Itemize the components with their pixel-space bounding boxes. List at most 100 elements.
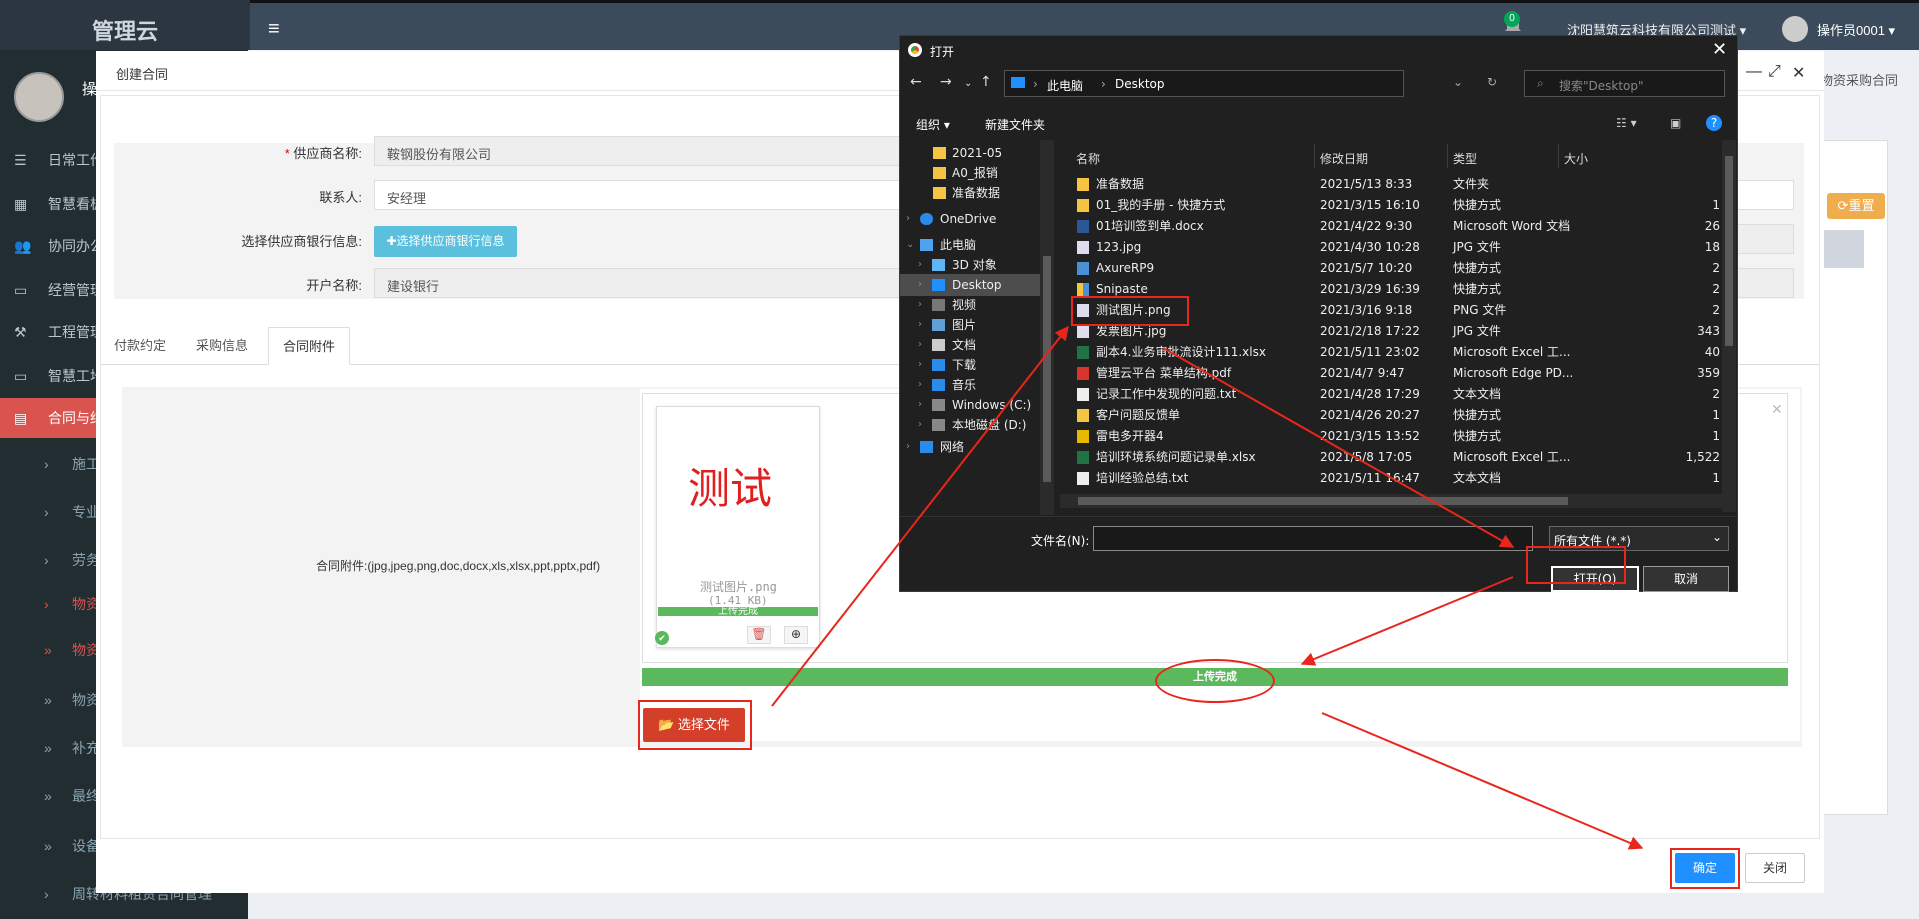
folder-icon xyxy=(933,167,946,179)
double-chevron-icon: » xyxy=(44,838,52,854)
column-name[interactable]: 名称 xyxy=(1076,150,1100,167)
check-icon: ✔ xyxy=(655,631,669,645)
double-chevron-icon: » xyxy=(44,788,52,804)
back-icon[interactable]: ← xyxy=(910,74,922,90)
zoom-icon[interactable]: ⊕ xyxy=(784,626,808,644)
file-row[interactable]: 雷电多开器4 2021/3/15 13:52 快捷方式 1 xyxy=(1058,426,1726,447)
chevron-down-icon: ⌄ xyxy=(1711,530,1722,544)
chevron-right-icon: › xyxy=(918,319,922,330)
tree-item[interactable]: › OneDrive xyxy=(900,208,1040,230)
file-row[interactable]: 准备数据 2021/5/13 8:33 文件夹 xyxy=(1058,174,1726,195)
account-label: 开户名称: xyxy=(306,278,362,293)
file-row[interactable]: 123.jpg 2021/4/30 10:28 JPG 文件 18 xyxy=(1058,237,1726,258)
minimize-icon[interactable]: — xyxy=(1746,63,1762,81)
chevron-right-icon: › xyxy=(918,339,922,350)
dashboard-icon: ▦ xyxy=(14,196,28,212)
up-icon[interactable]: ↑ xyxy=(980,74,992,90)
view-options-icon[interactable]: ☷ ▾ xyxy=(1616,116,1637,130)
axure-icon xyxy=(1077,262,1089,275)
tree-item[interactable]: › 视频 xyxy=(900,294,1040,316)
excel-icon xyxy=(1077,451,1089,464)
tree-item[interactable]: › 图片 xyxy=(900,314,1040,336)
column-size[interactable]: 大小 xyxy=(1564,150,1588,167)
tree-item[interactable]: › 音乐 xyxy=(900,374,1040,396)
tree-item[interactable]: 准备数据 xyxy=(900,182,1040,204)
tree-scrollbar-thumb[interactable] xyxy=(1043,256,1051,482)
tree-item[interactable]: ⌄ 此电脑 xyxy=(900,234,1040,256)
document-icon xyxy=(932,339,945,351)
double-chevron-icon: » xyxy=(44,642,52,658)
file-row[interactable]: 管理云平台 菜单结构.pdf 2021/4/7 9:47 Microsoft Edg… xyxy=(1058,363,1726,384)
tree-item[interactable]: › 文档 xyxy=(900,334,1040,356)
breadcrumb-desktop[interactable]: Desktop xyxy=(1115,77,1165,91)
thumbnail-file-name: 测试图片.png xyxy=(700,580,777,594)
tree-item[interactable]: › 本地磁盘 (D:) xyxy=(900,414,1040,436)
double-chevron-icon: » xyxy=(44,740,52,756)
address-bar[interactable]: › 此电脑 › Desktop ⌄ ↻ xyxy=(1004,70,1497,97)
file-row[interactable]: 副本4.业务审批流设计111.xlsx 2021/5/11 23:02 Micros… xyxy=(1058,342,1726,363)
breadcrumb-pc[interactable]: 此电脑 xyxy=(1047,77,1083,94)
organize-menu[interactable]: 组织 ▾ xyxy=(916,116,950,133)
download-icon xyxy=(932,359,945,371)
filename-input[interactable] xyxy=(1093,526,1533,551)
menu-toggle-icon[interactable]: ≡ xyxy=(268,18,280,41)
file-list-scrollbar-thumb[interactable] xyxy=(1725,156,1733,346)
file-row[interactable]: 01_我的手册 - 快捷方式 2021/3/15 16:10 快捷方式 1 xyxy=(1058,195,1726,216)
pc-icon xyxy=(1011,77,1025,88)
file-open-dialog: 打开 ✕ ← → ⌄ ↑ › 此电脑 › Desktop ⌄ ↻ ⌕ 搜索"De… xyxy=(899,35,1738,592)
forward-icon[interactable]: → xyxy=(940,74,952,90)
user-avatar[interactable] xyxy=(1782,16,1808,42)
close-icon[interactable]: ✕ xyxy=(1712,39,1727,60)
chevron-right-icon: › xyxy=(918,379,922,390)
file-row[interactable]: 培训经验总结.txt 2021/5/11 16:47 文本文档 1 xyxy=(1058,468,1726,489)
file-row[interactable]: AxureRP9 2021/5/7 10:20 快捷方式 2 xyxy=(1058,258,1726,279)
folder-icon xyxy=(933,147,946,159)
list-icon: ☰ xyxy=(14,152,27,168)
column-date[interactable]: 修改日期 xyxy=(1320,150,1368,167)
video-icon xyxy=(932,299,945,311)
music-icon xyxy=(932,379,945,391)
recent-dropdown-icon[interactable]: ⌄ xyxy=(964,78,972,89)
tab-material-contract[interactable]: 物资采购合同 xyxy=(1820,70,1898,89)
folder-icon xyxy=(933,187,946,199)
chevron-down-icon: ⌄ xyxy=(906,239,915,250)
preview-pane-icon[interactable]: ▣ xyxy=(1670,116,1681,130)
file-list-hscrollbar-thumb[interactable] xyxy=(1078,497,1568,505)
tab-attachment[interactable]: 合同附件 xyxy=(268,327,351,365)
column-type[interactable]: 类型 xyxy=(1453,150,1477,167)
cancel-button[interactable]: 取消 xyxy=(1643,566,1729,592)
close-icon[interactable]: ✕ xyxy=(1792,63,1805,83)
search-input[interactable]: ⌕ 搜索"Desktop" xyxy=(1524,70,1725,97)
trash-icon[interactable]: 🗑 xyxy=(747,626,771,644)
tree-item[interactable]: 2021-05 xyxy=(900,142,1040,164)
maximize-icon[interactable]: ⤢ xyxy=(1768,63,1781,81)
refresh-icon[interactable]: ↻ xyxy=(1487,75,1497,89)
network-icon xyxy=(920,441,933,453)
tree-item[interactable]: › 3D 对象 xyxy=(900,254,1040,276)
tab-payment[interactable]: 付款约定 xyxy=(100,327,180,365)
tree-item[interactable]: › 下载 xyxy=(900,354,1040,376)
tree-item-selected[interactable]: › Desktop xyxy=(900,274,1040,296)
text-file-icon xyxy=(1077,472,1089,485)
chevron-down-icon[interactable]: ⌄ xyxy=(1453,75,1463,89)
file-row[interactable]: 客户问题反馈单 2021/4/26 20:27 快捷方式 1 xyxy=(1058,405,1726,426)
close-icon[interactable]: ✕ xyxy=(1771,401,1783,418)
tree-item[interactable]: › 网络 xyxy=(900,436,1040,458)
tree-item[interactable]: › Windows (C:) xyxy=(900,394,1040,416)
contact-label: 联系人: xyxy=(319,190,362,205)
tab-purchase[interactable]: 采购信息 xyxy=(182,327,262,365)
text-file-icon xyxy=(1077,388,1089,401)
attachment-label: 合同附件:(jpg,jpeg,png,doc,docx,xls,xlsx,ppt… xyxy=(316,559,601,573)
file-row[interactable]: 01培训签到单.docx 2021/4/22 9:30 Microsoft Word… xyxy=(1058,216,1726,237)
select-bank-button[interactable]: ✚选择供应商银行信息 xyxy=(374,226,517,257)
new-folder-button[interactable]: 新建文件夹 xyxy=(985,116,1045,133)
thumbnail-progress-bar: 上传完成 xyxy=(658,607,818,617)
file-row[interactable]: 记录工作中发现的问题.txt 2021/4/28 17:29 文本文档 2 xyxy=(1058,384,1726,405)
help-icon[interactable]: ? xyxy=(1706,115,1722,131)
close-button[interactable]: 关闭 xyxy=(1745,853,1805,883)
tree-item[interactable]: A0_报销 xyxy=(900,162,1040,184)
reset-button[interactable]: ⟳重置 xyxy=(1827,193,1885,219)
file-row[interactable]: 培训环境系统问题记录单.xlsx 2021/5/8 17:05 Microsoft … xyxy=(1058,447,1726,468)
user-menu[interactable]: 操作员0001 ▾ xyxy=(1817,20,1895,39)
annotation-box xyxy=(1670,848,1740,889)
